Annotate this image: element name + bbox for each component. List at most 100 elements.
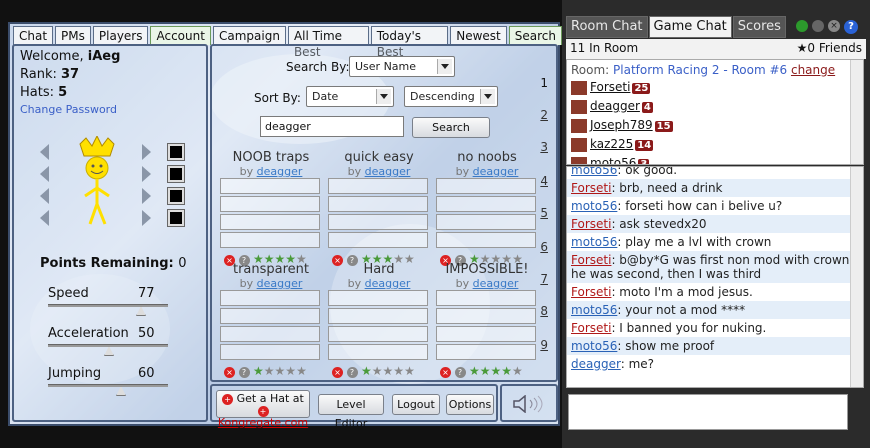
- level-author-link[interactable]: deagger: [473, 277, 519, 290]
- user-name[interactable]: Forseti: [590, 80, 630, 94]
- chat-message: Forseti: I banned you for nuking.: [571, 321, 767, 335]
- message-author[interactable]: moto56: [571, 303, 617, 317]
- search-input[interactable]: deagger: [260, 116, 404, 137]
- tab-room-chat[interactable]: Room Chat: [566, 16, 648, 38]
- page-6[interactable]: 6: [540, 240, 548, 254]
- feet-next-arrow-icon[interactable]: [142, 210, 151, 226]
- rating-stars[interactable]: ★★★★★: [361, 364, 415, 378]
- body-prev-arrow-icon[interactable]: [40, 188, 49, 204]
- user-row[interactable]: deagger 4: [571, 99, 653, 114]
- level-editor-button[interactable]: Level Editor: [318, 394, 384, 430]
- speed-slider-thumb[interactable]: [136, 306, 146, 316]
- sort-by-select[interactable]: Date: [306, 86, 394, 107]
- message-author[interactable]: moto56: [571, 339, 617, 353]
- page-8[interactable]: 8: [540, 304, 548, 318]
- page-7[interactable]: 7: [540, 272, 548, 286]
- head-next-arrow-icon[interactable]: [142, 166, 151, 182]
- user-row[interactable]: Joseph789 15: [571, 118, 673, 133]
- search-by-select[interactable]: User Name: [349, 56, 455, 77]
- tab-pms[interactable]: PMs: [55, 26, 91, 45]
- tab-game-chat[interactable]: Game Chat: [648, 16, 732, 38]
- page-5[interactable]: 5: [540, 206, 548, 220]
- body-next-arrow-icon[interactable]: [142, 188, 151, 204]
- info-icon[interactable]: ?: [238, 366, 250, 378]
- message-author[interactable]: Forseti: [571, 321, 611, 335]
- tab-scores[interactable]: Scores: [732, 16, 786, 38]
- user-name[interactable]: Joseph789: [590, 118, 653, 132]
- rating-stars[interactable]: ★★★★★: [469, 364, 523, 378]
- feet-prev-arrow-icon[interactable]: [40, 210, 49, 226]
- hat-prev-arrow-icon[interactable]: [40, 144, 49, 160]
- tab-account[interactable]: Account: [150, 26, 211, 45]
- change-password-link[interactable]: Change Password: [20, 103, 117, 116]
- level-author-link[interactable]: deagger: [257, 165, 303, 178]
- settings-icon[interactable]: [812, 20, 824, 32]
- user-name[interactable]: moto56: [590, 156, 636, 164]
- tab-todays-best[interactable]: Today's Best: [370, 26, 449, 59]
- page-1[interactable]: 1: [540, 76, 548, 90]
- level-card[interactable]: transparent by deagger: [220, 262, 322, 290]
- message-author[interactable]: Forseti: [571, 217, 611, 231]
- message-author[interactable]: Forseti: [571, 253, 611, 267]
- info-icon[interactable]: ?: [454, 366, 466, 378]
- message-author[interactable]: moto56: [571, 199, 617, 213]
- help-icon[interactable]: ?: [844, 20, 858, 34]
- user-name[interactable]: deagger: [590, 99, 640, 113]
- tab-search[interactable]: Search: [508, 26, 562, 45]
- delete-icon[interactable]: ×: [332, 366, 343, 378]
- logout-button[interactable]: Logout: [392, 394, 440, 415]
- message-author[interactable]: deagger: [571, 357, 621, 371]
- level-card[interactable]: IMPOSSIBLE! by deagger: [436, 262, 538, 290]
- hat-next-arrow-icon[interactable]: [142, 144, 151, 160]
- options-button[interactable]: Options: [446, 394, 494, 415]
- page-4[interactable]: 4: [540, 174, 548, 188]
- head-color-swatch[interactable]: [167, 165, 185, 183]
- tab-newest[interactable]: Newest: [450, 26, 507, 45]
- message-author[interactable]: moto56: [571, 235, 617, 249]
- get-hat-button[interactable]: + Get a Hat at + Kongregate.com: [216, 390, 310, 429]
- change-room-link[interactable]: change: [791, 63, 835, 77]
- tab-players[interactable]: Players: [92, 26, 149, 45]
- body-color-swatch[interactable]: [167, 187, 185, 205]
- level-card[interactable]: Hard by deagger: [328, 262, 430, 290]
- head-prev-arrow-icon[interactable]: [40, 166, 49, 182]
- page-9[interactable]: 9: [540, 338, 548, 352]
- message-author[interactable]: Forseti: [571, 181, 611, 195]
- delete-icon[interactable]: ×: [224, 366, 235, 378]
- level-author-link[interactable]: deagger: [473, 165, 519, 178]
- message-author[interactable]: moto56: [571, 167, 617, 177]
- user-row[interactable]: moto56 3: [571, 156, 650, 164]
- close-icon[interactable]: ×: [828, 20, 840, 32]
- level-card[interactable]: NOOB traps by deagger: [220, 150, 322, 178]
- level-author-link[interactable]: deagger: [365, 277, 411, 290]
- acceleration-slider-track[interactable]: [48, 344, 168, 347]
- user-list-scrollbar[interactable]: [850, 60, 863, 164]
- order-select[interactable]: Descending: [404, 86, 498, 107]
- hat-color-swatch[interactable]: [167, 143, 185, 161]
- level-author-link[interactable]: deagger: [257, 277, 303, 290]
- level-card[interactable]: no noobs by deagger: [436, 150, 538, 178]
- message-author[interactable]: Forseti: [571, 285, 611, 299]
- page-2[interactable]: 2: [540, 108, 548, 122]
- chat-input[interactable]: [568, 394, 848, 430]
- level-author-link[interactable]: deagger: [365, 165, 411, 178]
- speed-slider-track[interactable]: [48, 304, 168, 307]
- user-name[interactable]: kaz225: [590, 137, 633, 151]
- speaker-icon[interactable]: [512, 395, 548, 413]
- page-3[interactable]: 3: [540, 140, 548, 154]
- user-row[interactable]: kaz225 14: [571, 137, 654, 152]
- tab-all-time-best[interactable]: All Time Best: [287, 26, 369, 59]
- chat-scrollbar[interactable]: [850, 167, 863, 387]
- jumping-slider-thumb[interactable]: [116, 386, 126, 396]
- search-button[interactable]: Search: [412, 117, 490, 138]
- tab-campaign[interactable]: Campaign: [213, 26, 286, 45]
- tab-chat[interactable]: Chat: [13, 26, 54, 45]
- delete-icon[interactable]: ×: [440, 366, 451, 378]
- user-row[interactable]: Forseti 25: [571, 80, 651, 95]
- jumping-slider-track[interactable]: [48, 384, 168, 387]
- acceleration-slider-thumb[interactable]: [104, 346, 114, 356]
- rating-stars[interactable]: ★★★★★: [253, 364, 307, 378]
- level-card[interactable]: quick easy by deagger: [328, 150, 430, 178]
- feet-color-swatch[interactable]: [167, 209, 185, 227]
- info-icon[interactable]: ?: [346, 366, 358, 378]
